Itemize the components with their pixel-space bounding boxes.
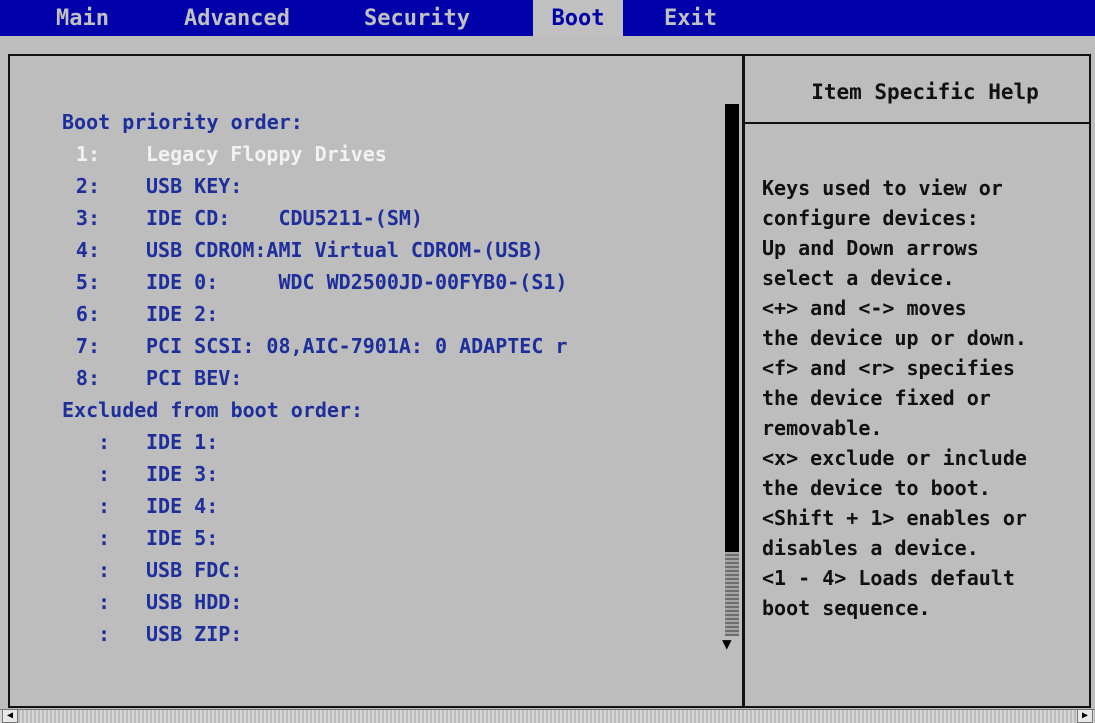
excluded-item-5-marker: : [97,558,110,582]
excluded-item-7[interactable]: USB ZIP: [146,622,242,646]
excluded-item-7-marker: : [97,622,110,646]
excluded-item-3[interactable]: IDE 4: [146,494,218,518]
boot-priority-heading: Boot priority order: [62,110,303,134]
boot-item-8[interactable]: PCI BEV: [146,366,242,390]
help-line: <x> exclude or include [762,446,1027,470]
boot-panel: Boot priority order: 1: Legacy Floppy Dr… [8,54,1091,708]
help-line: disables a device. [762,536,979,560]
help-line: <1 - 4> Loads default [762,566,1015,590]
help-line: Keys used to view or [762,176,1003,200]
excluded-item-5[interactable]: USB FDC: [146,558,242,582]
excluded-item-1[interactable]: IDE 1: [146,430,218,454]
scrollbar-track[interactable] [725,552,739,636]
help-line: Up and Down arrows [762,236,979,260]
excluded-item-6[interactable]: USB HDD: [146,590,242,614]
tab-main[interactable]: Main [42,0,123,36]
help-line: configure devices: [762,206,979,230]
excluded-item-2-marker: : [97,462,110,486]
excluded-item-2[interactable]: IDE 3: [146,462,218,486]
scroll-left-icon[interactable]: ◀ [2,709,18,723]
excluded-item-4-marker: : [97,526,110,550]
help-line: boot sequence. [762,596,931,620]
help-line: <f> and <r> specifies [762,356,1015,380]
tab-boot[interactable]: Boot [533,0,623,36]
boot-item-7[interactable]: PCI SCSI: 08,AIC-7901A: 0 ADAPTEC r [146,334,567,358]
boot-item-1[interactable]: Legacy Floppy Drives [146,142,387,166]
boot-item-7-number: 7: [75,334,100,358]
tab-advanced[interactable]: Advanced [170,0,304,36]
help-title: Item Specific Help [811,80,1039,104]
menu-bar: Main Advanced Security Boot Exit [0,0,1095,36]
horizontal-scrollbar[interactable] [0,709,1095,723]
scroll-right-icon[interactable]: ▶ [1077,709,1093,723]
boot-item-1-number: 1: [75,142,100,166]
boot-item-4-number: 4: [75,238,100,262]
boot-item-6[interactable]: IDE 2: [146,302,218,326]
boot-item-2-number: 2: [75,174,100,198]
boot-item-6-number: 6: [75,302,100,326]
help-separator [745,122,1091,124]
panel-divider [742,56,745,706]
excluded-item-3-marker: : [97,494,110,518]
excluded-item-1-marker: : [97,430,110,454]
help-line: select a device. [762,266,955,290]
scroll-down-arrow-icon[interactable]: ▼ [722,634,732,653]
excluded-item-6-marker: : [97,590,110,614]
help-line: <+> and <-> moves [762,296,967,320]
boot-item-5-number: 5: [75,270,100,294]
boot-item-2[interactable]: USB KEY: [146,174,242,198]
tab-security[interactable]: Security [350,0,484,36]
boot-item-3[interactable]: IDE CD: CDU5211-(SM) [146,206,423,230]
help-line: removable. [762,416,883,440]
boot-item-5[interactable]: IDE 0: WDC WD2500JD-00FYB0-(S1) [146,270,567,294]
help-line: <Shift + 1> enables or [762,506,1027,530]
boot-item-8-number: 8: [75,366,100,390]
tab-exit[interactable]: Exit [650,0,731,36]
help-line: the device to boot. [762,476,991,500]
boot-item-4[interactable]: USB CDROM:AMI Virtual CDROM-(USB) [146,238,543,262]
help-line: the device up or down. [762,326,1027,350]
excluded-item-4[interactable]: IDE 5: [146,526,218,550]
help-line: the device fixed or [762,386,991,410]
scrollbar-thumb[interactable] [725,104,739,552]
boot-item-3-number: 3: [75,206,100,230]
excluded-heading: Excluded from boot order: [62,398,364,422]
